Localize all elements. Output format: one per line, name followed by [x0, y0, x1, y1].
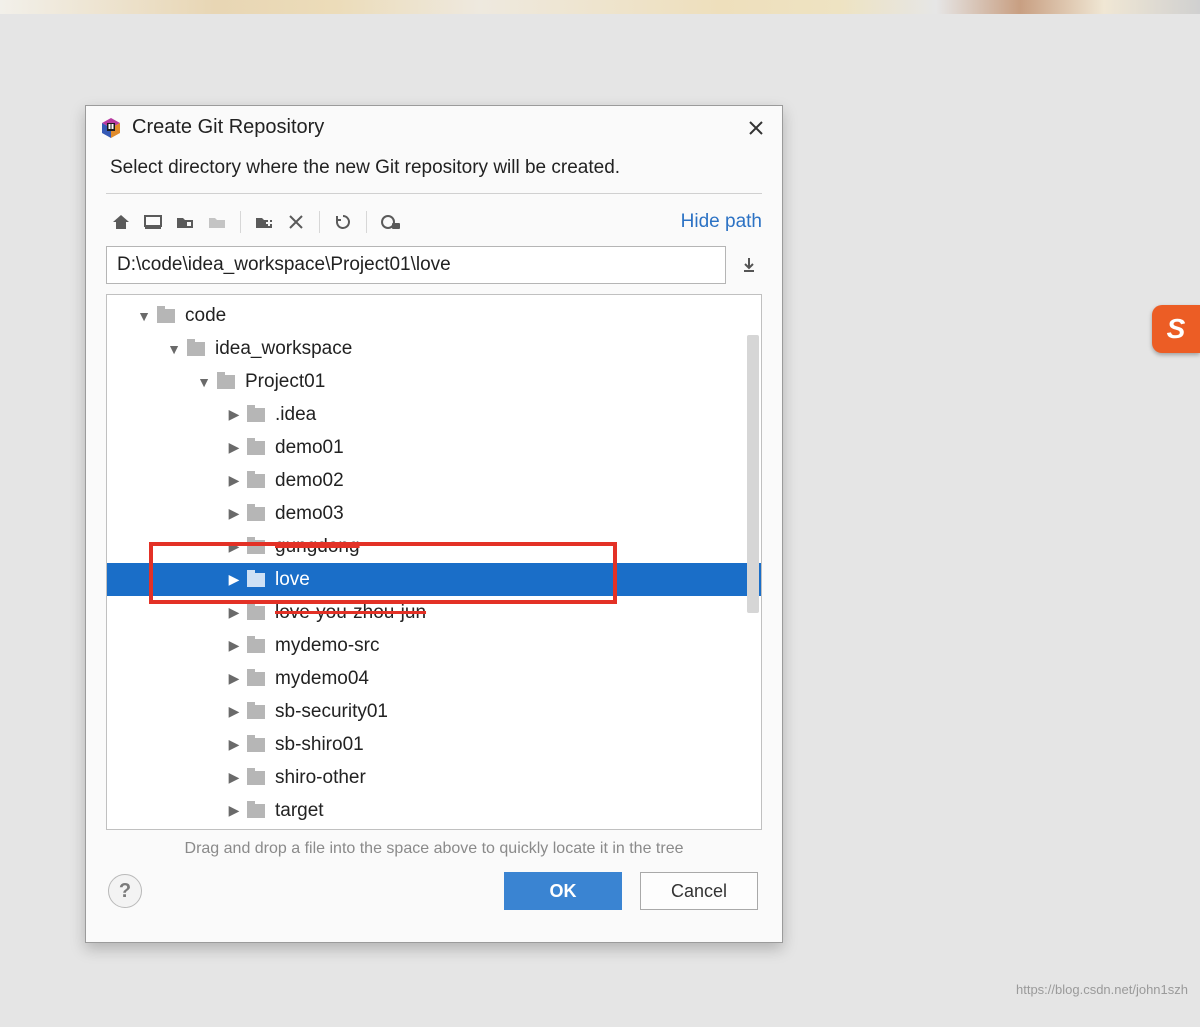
chevron-right-icon[interactable]: ▶ — [225, 769, 243, 786]
tree-row-label: mydemo04 — [275, 668, 369, 690]
tree-row-label: demo02 — [275, 470, 344, 492]
tree-row-label: mydemo-src — [275, 635, 380, 657]
hide-path-link[interactable]: Hide path — [681, 211, 762, 233]
tree-row-label: shiro-other — [275, 767, 366, 789]
tree-row-label: demo01 — [275, 437, 344, 459]
scroll-to-end-icon[interactable] — [736, 250, 762, 280]
folder-icon — [157, 309, 175, 323]
folder-icon — [247, 573, 265, 587]
folder-icon — [247, 441, 265, 455]
tree-row[interactable]: ▶ .idea — [107, 398, 761, 431]
directory-tree: ▼code▼idea_workspace▼Project01▶.idea▶dem… — [106, 294, 762, 830]
chevron-right-icon[interactable]: ▶ — [225, 703, 243, 720]
chevron-down-icon[interactable]: ▼ — [135, 308, 153, 324]
folder-icon — [247, 771, 265, 785]
tree-row[interactable]: ▶ gungdong — [107, 530, 761, 563]
tree-row-label: code — [185, 305, 226, 327]
intellij-icon — [100, 117, 122, 139]
toolbar: Hide path — [86, 202, 782, 240]
ok-button[interactable]: OK — [504, 872, 622, 910]
decorative-top-strip — [0, 0, 1200, 14]
home-icon[interactable] — [106, 208, 136, 236]
tree-row-label: idea_workspace — [215, 338, 352, 360]
folder-icon — [247, 705, 265, 719]
chevron-right-icon[interactable]: ▶ — [225, 571, 243, 588]
folder-icon — [247, 804, 265, 818]
refresh-icon[interactable] — [328, 208, 358, 236]
drag-drop-hint: Drag and drop a file into the space abov… — [86, 830, 782, 858]
tree-row-label: love-you-zhou-jun — [275, 602, 426, 624]
tree-row[interactable]: ▼ idea_workspace — [107, 332, 761, 365]
new-folder-icon[interactable] — [249, 208, 279, 236]
folder-icon — [247, 606, 265, 620]
chevron-right-icon[interactable]: ▶ — [225, 736, 243, 753]
chevron-right-icon[interactable]: ▶ — [225, 472, 243, 489]
tree-row-label: sb-shiro01 — [275, 734, 364, 756]
folder-icon — [247, 738, 265, 752]
folder-icon — [247, 408, 265, 422]
folder-icon — [247, 540, 265, 554]
dialog-subtitle: Select directory where the new Git repos… — [86, 147, 782, 193]
toolbar-separator — [366, 211, 367, 233]
tree-row[interactable]: ▼ Project01 — [107, 365, 761, 398]
chevron-right-icon[interactable]: ▶ — [225, 406, 243, 423]
chevron-down-icon[interactable]: ▼ — [195, 374, 213, 390]
tree-row[interactable]: ▶ love — [107, 563, 761, 596]
tree-row[interactable]: ▶ sb-shiro01 — [107, 728, 761, 761]
chevron-right-icon[interactable]: ▶ — [225, 670, 243, 687]
chevron-down-icon[interactable]: ▼ — [165, 341, 183, 357]
close-button[interactable] — [742, 118, 770, 138]
path-input[interactable] — [106, 246, 726, 284]
help-button[interactable]: ? — [108, 874, 142, 908]
watermark-text: https://blog.csdn.net/john1szh — [1016, 982, 1188, 997]
tree-row[interactable]: ▶ mydemo04 — [107, 662, 761, 695]
project-root-icon[interactable] — [170, 208, 200, 236]
tree-row-label: target — [275, 800, 324, 822]
divider — [106, 193, 762, 194]
dialog-title: Create Git Repository — [132, 116, 324, 139]
folder-icon — [217, 375, 235, 389]
delete-icon[interactable] — [281, 208, 311, 236]
tree-row[interactable]: ▶ love-you-zhou-jun — [107, 596, 761, 629]
chevron-right-icon[interactable]: ▶ — [225, 439, 243, 456]
toolbar-separator — [319, 211, 320, 233]
cancel-button[interactable]: Cancel — [640, 872, 758, 910]
tree-row[interactable]: ▼ code — [107, 299, 761, 332]
create-git-repo-dialog: Create Git Repository Select directory w… — [85, 105, 783, 943]
folder-icon — [187, 342, 205, 356]
tree-row-label: demo03 — [275, 503, 344, 525]
chevron-right-icon[interactable]: ▶ — [225, 802, 243, 819]
toolbar-separator — [240, 211, 241, 233]
tree-row[interactable]: ▶ sb-security01 — [107, 695, 761, 728]
folder-icon — [247, 507, 265, 521]
tree-row-label: sb-security01 — [275, 701, 388, 723]
module-root-icon — [202, 208, 232, 236]
chevron-right-icon[interactable]: ▶ — [225, 538, 243, 555]
chevron-right-icon[interactable]: ▶ — [225, 505, 243, 522]
folder-icon — [247, 672, 265, 686]
tree-row-label: love — [275, 569, 310, 591]
tree-row-label: gungdong — [275, 536, 360, 558]
tree-row[interactable]: ▶ demo02 — [107, 464, 761, 497]
tree-row-label: .idea — [275, 404, 316, 426]
chevron-right-icon[interactable]: ▶ — [225, 637, 243, 654]
dialog-titlebar: Create Git Repository — [86, 106, 782, 147]
path-row — [86, 240, 782, 290]
chevron-right-icon[interactable]: ▶ — [225, 604, 243, 621]
tree-row[interactable]: ▶ shiro-other — [107, 761, 761, 794]
tree-row[interactable]: ▶ demo03 — [107, 497, 761, 530]
tree-row[interactable]: ▶ mydemo-src — [107, 629, 761, 662]
folder-icon — [247, 639, 265, 653]
desktop-icon[interactable] — [138, 208, 168, 236]
show-hidden-icon[interactable] — [375, 208, 405, 236]
tree-row[interactable]: ▶ target — [107, 794, 761, 827]
tree-row[interactable]: ▶ demo01 — [107, 431, 761, 464]
dialog-footer: ? OK Cancel — [86, 858, 782, 926]
tree-row-label: Project01 — [245, 371, 325, 393]
right-side-badge: S — [1152, 305, 1200, 353]
folder-icon — [247, 474, 265, 488]
tree-scrollbar[interactable] — [747, 335, 759, 613]
